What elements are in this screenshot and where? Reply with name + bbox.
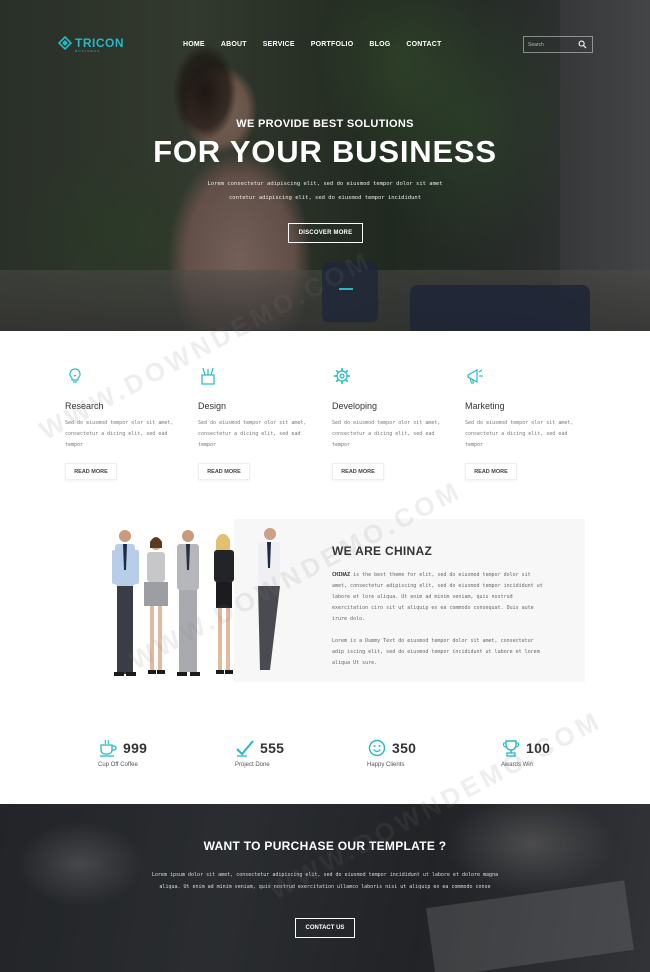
read-more-button[interactable]: READ MORE: [198, 463, 250, 480]
checkmark-icon: [236, 740, 254, 757]
read-more-button[interactable]: READ MORE: [65, 463, 117, 480]
about-paragraph-1: CHINAZ is the best theme for elit, sed d…: [332, 570, 544, 625]
megaphone-icon: [467, 368, 483, 384]
nav-about[interactable]: ABOUT: [221, 41, 247, 48]
hero-description: Lorem consectetur adipiscing elit, sed d…: [175, 177, 475, 205]
discover-more-button[interactable]: DISCOVER MORE: [288, 223, 363, 243]
contact-us-button[interactable]: CONTACT US: [295, 918, 355, 938]
stat-value: 100: [526, 740, 551, 756]
top-navigation: TRICON BUSINESS HOME ABOUT SERVICE PORTF…: [0, 0, 650, 90]
logo-tagline: BUSINESS: [75, 49, 101, 53]
service-text: Sed do eiusmod tempor olor sit amet, con…: [465, 420, 574, 448]
hero-title: FOR YOUR BUSINESS: [153, 134, 497, 169]
stat-label: Cup Off Coffee: [98, 762, 138, 768]
hero-text-line-2: contetur adipiscing elit, sed do eiusmod…: [228, 195, 422, 201]
service-text: Sed do eiusmod tempor olor sit amet, con…: [65, 420, 174, 448]
nav-blog[interactable]: BLOG: [369, 41, 390, 48]
pencil-cup-icon: [201, 367, 215, 385]
search-input[interactable]: [524, 37, 578, 52]
read-more-button[interactable]: READ MORE: [332, 463, 384, 480]
cta-title: WANT TO PURCHASE OUR TEMPLATE ?: [203, 839, 447, 853]
stat-clients: 350 Happy Clients: [367, 738, 477, 768]
cta-text-line-1: Lorem ipsum dolor sit amet, consectetur …: [151, 872, 499, 878]
service-title: Marketing: [465, 401, 505, 411]
stat-projects: 555 Project Done: [235, 738, 345, 768]
about-lead-name: CHINAZ: [332, 572, 351, 578]
read-more-button[interactable]: READ MORE: [465, 463, 517, 480]
hero-text-line-1: Lorem consectetur adipiscing elit, sed d…: [207, 181, 443, 187]
search-box: [523, 36, 593, 53]
stat-label: Project Done: [235, 762, 270, 768]
stat-label: Awards Win: [501, 762, 533, 768]
stat-value: 999: [123, 740, 148, 756]
nav-contact[interactable]: CONTACT: [406, 41, 441, 48]
cta-text-line-2: aliqua. Ut enim ad minim veniam, quis no…: [159, 884, 491, 890]
about-title: WE ARE CHINAZ: [332, 544, 433, 558]
cta-description: Lorem ipsum dolor sit amet, consectetur …: [135, 869, 515, 893]
gear-icon: [334, 368, 350, 384]
stat-value: 350: [392, 740, 417, 756]
service-text: Sed do eiusmod tempor olor sit amet, con…: [332, 420, 441, 448]
trophy-icon: [502, 740, 520, 757]
search-icon[interactable]: [578, 40, 587, 49]
main-menu: HOME ABOUT SERVICE PORTFOLIO BLOG CONTAC…: [183, 41, 458, 48]
nav-portfolio[interactable]: PORTFOLIO: [311, 41, 354, 48]
team-photo: [112, 528, 280, 676]
nav-home[interactable]: HOME: [183, 41, 205, 48]
service-text: Sed do eiusmod tempor olor sit amet, con…: [198, 420, 307, 448]
lightbulb-icon: [69, 368, 81, 383]
coffee-cup-icon: [100, 739, 117, 757]
smiley-icon: [368, 739, 386, 757]
about-paragraph-1-text: is the best theme for elit, sed do eiusm…: [332, 572, 543, 622]
services-section: Research Sed do eiusmod tempor olor sit …: [0, 331, 650, 501]
hero-subtitle: WE PROVIDE BEST SOLUTIONS: [236, 118, 414, 130]
stat-coffee: 999 Cup Off Coffee: [98, 738, 208, 768]
about-paragraph-2: Lorem is a Dummy Text do eiusmod tempor …: [332, 638, 540, 666]
stat-awards: 100 Awards Win: [501, 738, 611, 768]
logo-name: TRICON: [75, 36, 124, 50]
stat-label: Happy Clients: [367, 762, 405, 768]
nav-service[interactable]: SERVICE: [263, 41, 295, 48]
site-logo[interactable]: TRICON BUSINESS: [58, 36, 124, 53]
slider-indicator[interactable]: [339, 288, 353, 290]
service-title: Research: [65, 401, 104, 411]
logo-mark-icon: [58, 36, 72, 50]
service-title: Design: [198, 401, 227, 411]
service-title: Developing: [332, 401, 378, 411]
stat-value: 555: [260, 740, 285, 756]
